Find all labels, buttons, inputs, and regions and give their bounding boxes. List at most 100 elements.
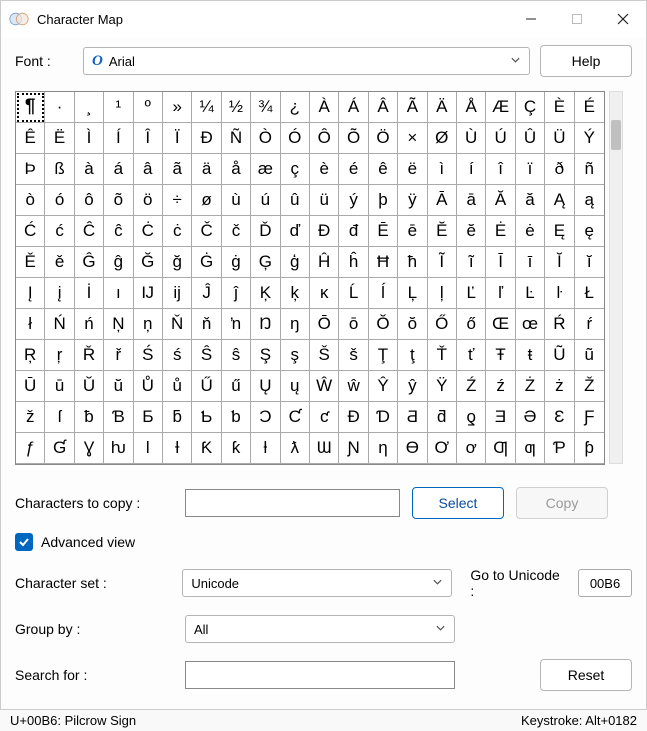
character-cell[interactable]: Ñ bbox=[222, 123, 251, 154]
character-cell[interactable]: í bbox=[457, 154, 486, 185]
character-cell[interactable]: ġ bbox=[222, 247, 251, 278]
character-cell[interactable]: ƞ bbox=[369, 433, 398, 464]
character-cell[interactable]: Ĥ bbox=[310, 247, 339, 278]
help-button[interactable]: Help bbox=[540, 45, 632, 77]
character-cell[interactable]: ì bbox=[428, 154, 457, 185]
character-cell[interactable]: Ń bbox=[45, 309, 74, 340]
character-cell[interactable]: Ɠ bbox=[45, 433, 74, 464]
character-cell[interactable]: Á bbox=[339, 92, 368, 123]
character-cell[interactable]: ¶ bbox=[16, 92, 45, 123]
character-cell[interactable]: ř bbox=[104, 340, 133, 371]
maximize-button[interactable] bbox=[554, 1, 600, 37]
character-cell[interactable]: ē bbox=[398, 216, 427, 247]
character-cell[interactable]: ŕ bbox=[575, 309, 604, 340]
character-cell[interactable]: ë bbox=[398, 154, 427, 185]
character-cell[interactable]: Ď bbox=[251, 216, 280, 247]
character-cell[interactable]: į bbox=[45, 278, 74, 309]
character-cell[interactable]: ń bbox=[75, 309, 104, 340]
character-cell[interactable]: ĸ bbox=[310, 278, 339, 309]
character-cell[interactable]: Ŀ bbox=[516, 278, 545, 309]
character-cell[interactable]: ě bbox=[45, 247, 74, 278]
character-cell[interactable]: Š bbox=[310, 340, 339, 371]
character-cell[interactable]: ½ bbox=[222, 92, 251, 123]
character-cell[interactable]: á bbox=[104, 154, 133, 185]
character-cell[interactable]: Ĩ bbox=[428, 247, 457, 278]
character-cell[interactable]: ğ bbox=[163, 247, 192, 278]
character-cell[interactable]: Ű bbox=[192, 371, 221, 402]
character-cell[interactable]: ŉ bbox=[222, 309, 251, 340]
character-set-select[interactable]: Unicode bbox=[182, 569, 452, 597]
character-cell[interactable]: É bbox=[575, 92, 604, 123]
character-cell[interactable]: Ƙ bbox=[192, 433, 221, 464]
character-cell[interactable]: ū bbox=[45, 371, 74, 402]
character-cell[interactable]: ź bbox=[486, 371, 515, 402]
character-cell[interactable]: ď bbox=[281, 216, 310, 247]
character-cell[interactable]: ƒ bbox=[16, 433, 45, 464]
character-cell[interactable]: Ò bbox=[251, 123, 280, 154]
character-cell[interactable]: ŷ bbox=[398, 371, 427, 402]
search-input[interactable] bbox=[185, 661, 455, 689]
character-cell[interactable]: Ŧ bbox=[486, 340, 515, 371]
character-cell[interactable]: Ù bbox=[457, 123, 486, 154]
character-cell[interactable]: Ĳ bbox=[134, 278, 163, 309]
character-cell[interactable]: Ǝ bbox=[486, 402, 515, 433]
character-cell[interactable]: Ɯ bbox=[310, 433, 339, 464]
character-cell[interactable]: Ɲ bbox=[339, 433, 368, 464]
character-cell[interactable]: ś bbox=[163, 340, 192, 371]
character-cell[interactable]: Â bbox=[369, 92, 398, 123]
character-cell[interactable]: Ł bbox=[575, 278, 604, 309]
character-cell[interactable]: ć bbox=[45, 216, 74, 247]
character-cell[interactable]: ö bbox=[134, 185, 163, 216]
character-cell[interactable]: Ó bbox=[281, 123, 310, 154]
character-cell[interactable]: ñ bbox=[575, 154, 604, 185]
character-cell[interactable]: Î bbox=[134, 123, 163, 154]
character-cell[interactable]: Ô bbox=[310, 123, 339, 154]
character-cell[interactable]: ƅ bbox=[222, 402, 251, 433]
character-cell[interactable]: Ð bbox=[192, 123, 221, 154]
font-select[interactable]: O Arial bbox=[83, 47, 530, 75]
character-cell[interactable]: ĳ bbox=[163, 278, 192, 309]
close-button[interactable] bbox=[600, 1, 646, 37]
character-cell[interactable]: č bbox=[222, 216, 251, 247]
character-cell[interactable]: ā bbox=[457, 185, 486, 216]
character-cell[interactable]: ŝ bbox=[222, 340, 251, 371]
character-cell[interactable]: Ž bbox=[575, 371, 604, 402]
character-cell[interactable]: ƚ bbox=[251, 433, 280, 464]
character-cell[interactable]: ċ bbox=[163, 216, 192, 247]
reset-button[interactable]: Reset bbox=[540, 659, 632, 691]
character-cell[interactable]: Ş bbox=[251, 340, 280, 371]
character-cell[interactable]: â bbox=[134, 154, 163, 185]
character-cell[interactable]: Þ bbox=[16, 154, 45, 185]
character-cell[interactable]: Ġ bbox=[192, 247, 221, 278]
character-cell[interactable]: ŵ bbox=[339, 371, 368, 402]
character-cell[interactable]: ę bbox=[575, 216, 604, 247]
character-cell[interactable]: ţ bbox=[398, 340, 427, 371]
character-cell[interactable]: ő bbox=[457, 309, 486, 340]
scrollbar-thumb[interactable] bbox=[611, 120, 621, 150]
character-cell[interactable]: ĕ bbox=[457, 216, 486, 247]
character-cell[interactable]: ĭ bbox=[575, 247, 604, 278]
character-cell[interactable]: Ő bbox=[428, 309, 457, 340]
character-cell[interactable]: Ƅ bbox=[192, 402, 221, 433]
character-cell[interactable]: Ɨ bbox=[163, 433, 192, 464]
character-cell[interactable]: ƙ bbox=[222, 433, 251, 464]
character-cell[interactable]: å bbox=[222, 154, 251, 185]
character-cell[interactable]: Ņ bbox=[104, 309, 133, 340]
character-cell[interactable]: ơ bbox=[457, 433, 486, 464]
character-cell[interactable]: Ś bbox=[134, 340, 163, 371]
character-cell[interactable]: Ə bbox=[516, 402, 545, 433]
character-cell[interactable]: Ë bbox=[45, 123, 74, 154]
character-cell[interactable]: š bbox=[339, 340, 368, 371]
character-cell[interactable]: Ċ bbox=[134, 216, 163, 247]
character-cell[interactable]: Ŋ bbox=[251, 309, 280, 340]
character-cell[interactable]: Ą bbox=[545, 185, 574, 216]
character-cell[interactable]: ƣ bbox=[516, 433, 545, 464]
character-cell[interactable]: ħ bbox=[398, 247, 427, 278]
character-cell[interactable]: ÷ bbox=[163, 185, 192, 216]
character-cell[interactable]: ð bbox=[545, 154, 574, 185]
character-cell[interactable]: Ɖ bbox=[339, 402, 368, 433]
character-cell[interactable]: Ĉ bbox=[75, 216, 104, 247]
character-cell[interactable]: Ļ bbox=[398, 278, 427, 309]
character-cell[interactable]: ü bbox=[310, 185, 339, 216]
character-cell[interactable]: Ě bbox=[16, 247, 45, 278]
